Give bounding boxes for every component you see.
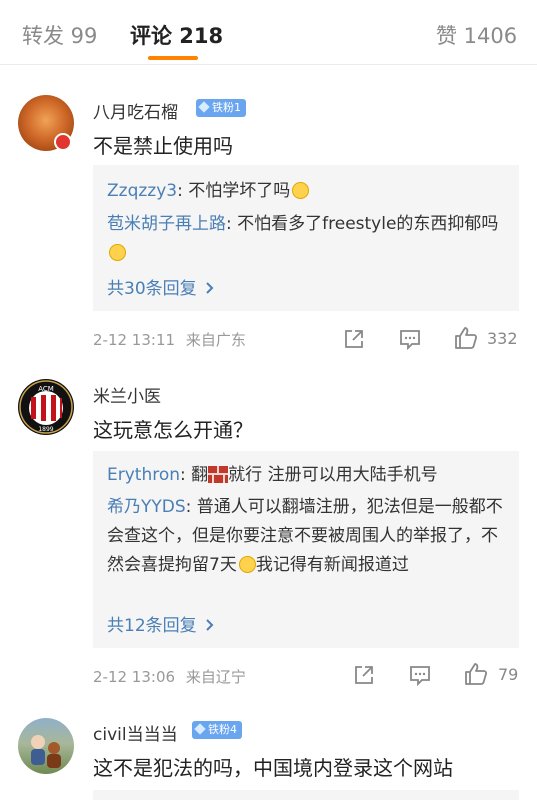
like-count: 79 <box>498 665 519 684</box>
reply-username[interactable]: 苞米胡子再上路 <box>107 214 226 234</box>
timestamp: 2-12 13:11 <box>93 331 176 349</box>
reply-line: 苞米胡子再上路: 不怕看多了freestyle的东西抑郁吗 <box>107 210 507 268</box>
tab-bar: 转发 99 评论 218 赞 1406 <box>0 0 537 65</box>
verified-badge-icon <box>54 133 72 151</box>
location: 来自广东 <box>185 331 246 349</box>
location: 来自辽宁 <box>185 668 246 686</box>
like-icon[interactable] <box>464 662 488 686</box>
photo-avatar-icon <box>31 735 61 768</box>
reply-text: : 不怕学坏了吗 <box>177 181 291 201</box>
diamond-icon <box>198 101 210 113</box>
reply-line: Zzqzzy3: 不怕学坏了吗 <box>107 177 507 206</box>
chevron-right-icon <box>205 282 214 294</box>
comment-text: 这不是犯法的吗，中国境内登录这个网站 <box>93 756 453 780</box>
share-icon[interactable] <box>343 328 365 350</box>
tab-likes[interactable]: 赞 1406 <box>436 20 517 50</box>
comment-meta: 2-12 13:06 来自辽宁 <box>93 666 246 687</box>
reply-username[interactable]: Erythron <box>107 465 180 485</box>
username[interactable]: 八月吃石榴 <box>93 98 178 123</box>
reply-text: 就行 注册可以用大陆手机号 <box>228 465 438 485</box>
more-replies-link[interactable]: 共12条回复 <box>107 611 215 636</box>
doge-emoji-icon <box>238 556 256 573</box>
fan-badge[interactable]: 铁粉1 <box>196 99 246 117</box>
like-icon[interactable] <box>454 326 478 350</box>
svg-text:ACM: ACM <box>38 385 54 393</box>
comment-text: 这玩意怎么开通？ <box>93 418 253 442</box>
tab-reposts[interactable]: 转发 99 <box>22 20 97 50</box>
reply-username[interactable]: Zzqzzy3 <box>107 181 177 201</box>
reply-text: : 不怕看多了freestyle的东西抑郁吗 <box>226 214 499 234</box>
reply-text: : 翻 <box>180 465 209 485</box>
reply-preview-box[interactable]: Erythron: 翻就行 注册可以用大陆手机号 希乃YYDS: 普通人可以翻墙… <box>93 451 519 648</box>
reply-username[interactable]: 希乃YYDS <box>107 497 186 517</box>
timestamp: 2-12 13:06 <box>93 668 176 686</box>
avatar[interactable]: ACM 1899 <box>18 379 74 435</box>
comment-text: 不是禁止使用吗 <box>93 134 233 158</box>
more-replies-link[interactable]: 共30条回复 <box>107 274 215 299</box>
reply-comment-icon[interactable] <box>409 664 431 686</box>
diamond-icon <box>194 723 206 735</box>
reply-line: 希乃YYDS: 普通人可以翻墙注册，犯法但是一般都不会查这个，但是你要注意不要被… <box>107 493 507 580</box>
brick-wall-emoji-icon <box>208 466 229 483</box>
avatar[interactable] <box>18 718 74 774</box>
comment-meta: 2-12 13:11 来自广东 <box>93 329 246 350</box>
reply-text-tail: 我记得有新闻报道过 <box>255 555 409 575</box>
reply-comment-icon[interactable] <box>399 328 421 350</box>
fan-badge-label: 铁粉4 <box>208 723 237 736</box>
like-count: 332 <box>487 329 518 348</box>
ac-milan-logo-icon: ACM 1899 <box>19 380 73 434</box>
doge-emoji-icon <box>109 244 126 261</box>
username[interactable]: 米兰小医 <box>93 382 161 407</box>
reply-preview-box[interactable] <box>93 790 519 800</box>
reply-preview-box[interactable]: Zzqzzy3: 不怕学坏了吗 苞米胡子再上路: 不怕看多了freestyle的… <box>93 165 519 311</box>
chevron-right-icon <box>205 619 214 631</box>
reply-line: Erythron: 翻就行 注册可以用大陆手机号 <box>107 461 507 490</box>
fan-badge-label: 铁粉1 <box>212 101 241 114</box>
svg-text:1899: 1899 <box>38 426 53 433</box>
smile-emoji-icon <box>292 182 310 199</box>
fan-badge[interactable]: 铁粉4 <box>192 721 242 739</box>
more-replies-label: 共30条回复 <box>107 279 197 299</box>
username[interactable]: civil当当当 <box>93 720 178 745</box>
tab-comments[interactable]: 评论 218 <box>130 20 223 50</box>
active-tab-indicator <box>148 56 198 60</box>
share-icon[interactable] <box>353 664 375 686</box>
more-replies-label: 共12条回复 <box>107 616 197 636</box>
